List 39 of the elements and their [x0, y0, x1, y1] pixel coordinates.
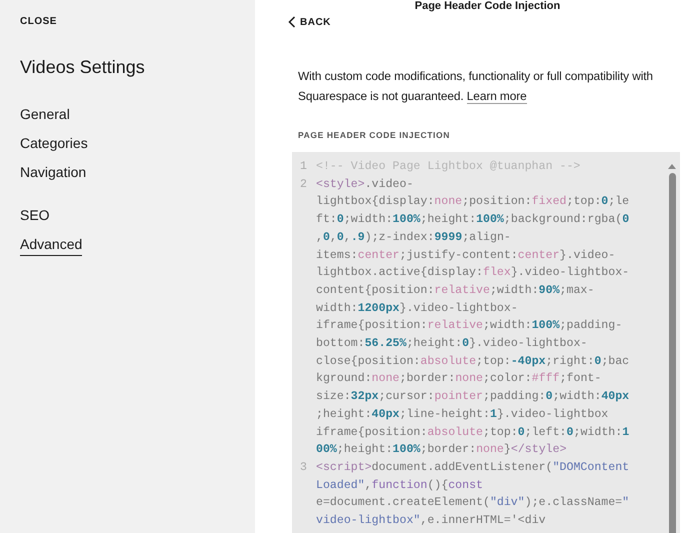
learn-more-link[interactable]: Learn more: [466, 89, 527, 104]
code-line: <style>.video-: [316, 176, 414, 193]
code-line: iframe{position:absolute;top:0;left:0;width:1: [316, 424, 630, 441]
code-line: content{position:relative;width:90%;max-: [316, 282, 594, 299]
close-button[interactable]: CLOSE: [20, 16, 57, 27]
code-line: close{position:absolute;top:-40px;right:0;bac: [316, 354, 630, 370]
code-line: ft:0;width:100%;height:100%;background:rgba(0: [316, 212, 630, 228]
sidebar-item[interactable]: General: [20, 106, 70, 126]
sidebar-item[interactable]: Navigation: [20, 164, 86, 184]
chevron-left-icon: [288, 16, 296, 28]
code-line: size:32px;cursor:pointer;padding:0;width:40px: [316, 389, 630, 406]
warning-text: With custom code modifications, functionality or full compatibility with Squarespace is not guaranteed. Learn more: [298, 68, 654, 106]
code-editor[interactable]: [292, 152, 680, 533]
sidebar-item[interactable]: SEO: [20, 207, 50, 227]
code-line: 00%;height:100%;border:none}</style>: [316, 442, 567, 458]
page-title: Page Header Code Injection: [414, 0, 562, 12]
scrollbar-thumb[interactable]: [668, 173, 676, 533]
code-line: e=document.createElement("div");e.className=": [316, 495, 630, 512]
code-line: <script>document.addEventListener("DOMContent: [316, 460, 630, 476]
code-line: ,0,0,.9);z-index:9999;align-: [316, 230, 511, 246]
line-number: 3: [300, 460, 308, 476]
code-line: iframe{position:relative;width:100%;padding-: [316, 318, 622, 334]
code-line: ;height:40px;line-height:1}.video-lightbox: [316, 406, 608, 423]
scroll-up-arrow-icon: [668, 164, 676, 169]
code-line: lightbox.active{display:flex}.video-lightbox-: [316, 265, 630, 282]
code-line: bottom:56.25%;height:0}.video-lightbox-: [316, 336, 588, 352]
sidebar-item[interactable]: Categories: [20, 135, 88, 155]
sidebar-item[interactable]: Advanced: [20, 236, 82, 256]
line-number: 2: [300, 176, 308, 193]
line-number: 1: [300, 159, 308, 175]
code-line: Loaded",function(){const: [316, 478, 484, 494]
code-line: lightbox{display:none;position:fixed;top:0;le: [316, 194, 630, 210]
field-label: PAGE HEADER CODE INJECTION: [298, 130, 451, 140]
back-button[interactable]: BACK: [288, 16, 331, 28]
code-line: kground:none;border:none;color:#fff;font-: [316, 371, 602, 388]
code-line: width:1200px}.video-lightbox-: [316, 300, 518, 317]
code-line: items:center;justify-content:center}.video-: [316, 248, 616, 264]
code-line: video-lightbox",e.innerHTML='<div: [316, 513, 546, 530]
sidebar-title: Videos Settings: [20, 57, 146, 78]
